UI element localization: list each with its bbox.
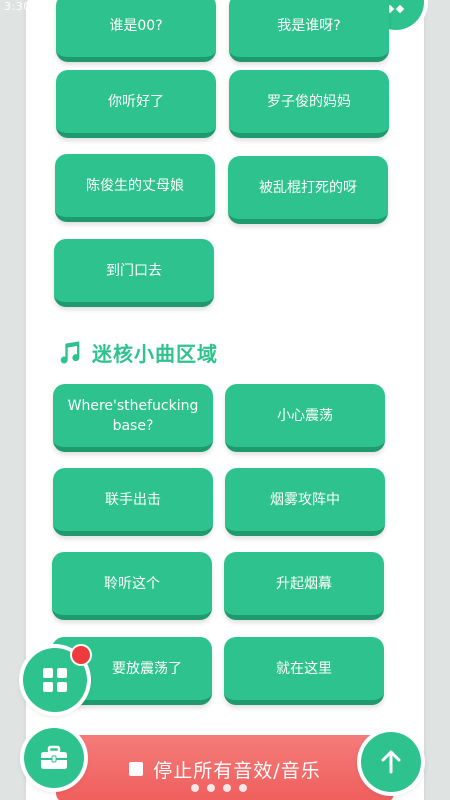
sound-button-label: 联手出击 — [105, 491, 161, 508]
sound-button-label: 到门口去 — [106, 262, 162, 279]
sound-button-label: 聆听这个 — [104, 575, 160, 592]
stop-all-label: 停止所有音效/音乐 — [153, 759, 321, 782]
page-dot — [191, 784, 199, 792]
sound-button[interactable]: 罗子俊的妈妈 — [229, 70, 389, 138]
sound-button-label: 你听好了 — [108, 93, 164, 110]
arrow-up-icon — [381, 750, 401, 774]
sound-button[interactable]: Where'sthefucking base? — [53, 384, 213, 452]
sound-button-label: 就在这里 — [276, 660, 332, 677]
sound-button-label: Where'sthefucking base? — [67, 397, 199, 434]
toolbox-button[interactable] — [24, 728, 84, 788]
sound-button[interactable]: 联手出击 — [53, 468, 213, 536]
page-dot — [239, 784, 247, 792]
stop-icon — [129, 762, 144, 776]
sound-button[interactable]: 到门口去 — [54, 239, 214, 307]
sound-button-label: 升起烟幕 — [276, 575, 332, 592]
sound-button[interactable]: 聆听这个 — [52, 552, 212, 620]
sound-button[interactable]: 谁是00? — [56, 0, 216, 62]
sound-button[interactable]: 被乱棍打死的呀 — [228, 156, 388, 224]
sound-button-label: 要放震荡了 — [112, 660, 182, 677]
music-note-icon — [60, 340, 80, 364]
sound-button[interactable]: 就在这里 — [224, 637, 384, 705]
sound-button-label: 烟雾攻阵中 — [270, 491, 340, 508]
sound-button-label: 小心震荡 — [277, 407, 333, 424]
sound-button-label: 被乱棍打死的呀 — [259, 179, 357, 196]
section-title-text: 迷核小曲区域 — [92, 342, 218, 366]
sound-button-label: 谁是00? — [109, 17, 163, 34]
sound-button[interactable]: 小心震荡 — [225, 384, 385, 452]
sound-button[interactable]: 升起烟幕 — [224, 552, 384, 620]
toolbox-icon — [41, 745, 67, 769]
sound-button-label: 我是谁呀? — [277, 17, 341, 34]
sound-button-label: 罗子俊的妈妈 — [267, 93, 351, 110]
page-dot — [207, 784, 215, 792]
notification-badge — [70, 644, 92, 666]
sound-button[interactable]: 我是谁呀? — [229, 0, 389, 62]
scroll-top-button[interactable] — [361, 732, 421, 792]
page-dot — [223, 784, 231, 792]
grid-icon — [43, 668, 67, 692]
sound-button[interactable]: 陈俊生的丈母娘 — [55, 154, 215, 222]
section-title: 迷核小曲区域 — [56, 338, 218, 367]
status-time: 3:30 — [4, 0, 31, 13]
sound-button-label: 陈俊生的丈母娘 — [86, 177, 184, 194]
page-indicator — [191, 784, 247, 792]
sound-button[interactable]: 你听好了 — [56, 70, 216, 138]
sound-button[interactable]: 烟雾攻阵中 — [225, 468, 385, 536]
